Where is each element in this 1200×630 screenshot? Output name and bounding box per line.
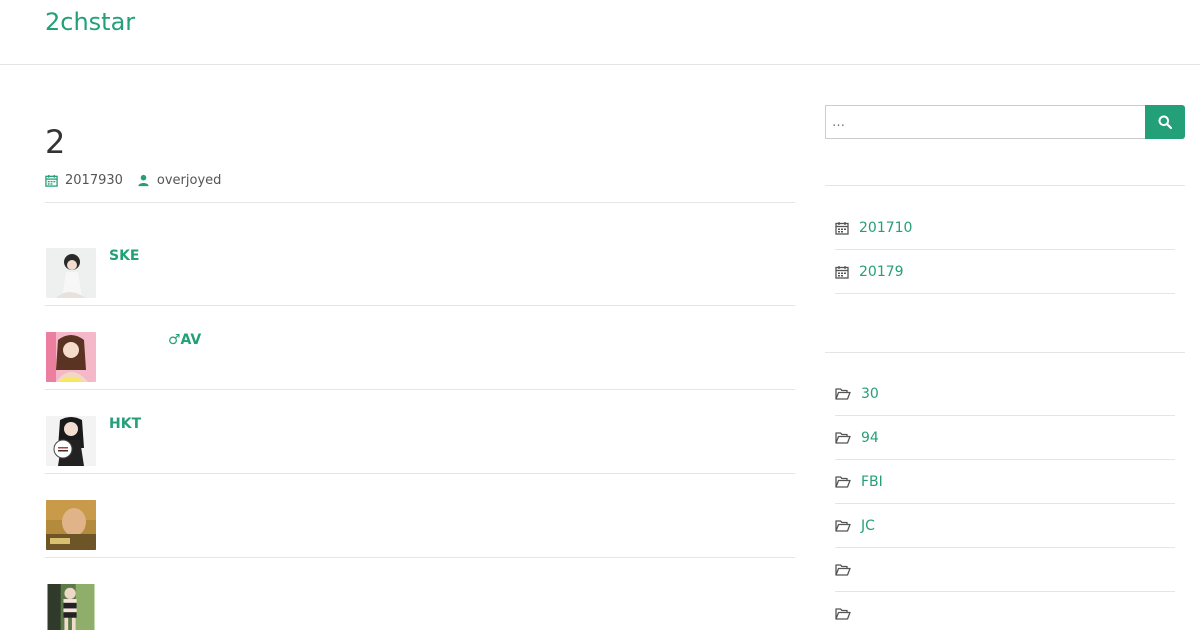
archive-list: 201710 20179 xyxy=(835,206,1175,294)
post-list: SKE ♂AV HKT xyxy=(45,222,795,630)
post-title-link[interactable]: ♂AV xyxy=(168,332,201,348)
category-item: 30 xyxy=(835,372,1175,416)
post-thumbnail[interactable] xyxy=(46,500,96,550)
category-link[interactable]: 30 xyxy=(861,386,879,402)
folder-open-icon xyxy=(835,387,851,400)
category-list: 30 94 FBI JC xyxy=(835,372,1175,630)
list-item: ♂AV xyxy=(45,306,795,390)
calendar-icon xyxy=(45,174,58,187)
archive-item: 20179 xyxy=(835,250,1175,294)
folder-open-icon xyxy=(835,475,851,488)
folder-open-icon xyxy=(835,563,851,576)
folder-open-icon xyxy=(835,607,851,620)
category-link[interactable]: JC xyxy=(861,518,875,534)
archive-link[interactable]: 20179 xyxy=(859,264,904,280)
list-item: SKE xyxy=(45,222,795,306)
list-item xyxy=(45,558,795,630)
category-item: 94 xyxy=(835,416,1175,460)
user-icon xyxy=(138,174,149,187)
archive-item: 201710 xyxy=(835,206,1175,250)
post-author-link[interactable]: overjoyed xyxy=(157,173,222,188)
list-item: HKT xyxy=(45,390,795,474)
calendar-icon xyxy=(835,265,849,279)
post-title-link[interactable]: SKE xyxy=(109,248,140,264)
category-link[interactable]: FBI xyxy=(861,474,883,490)
category-link[interactable]: 94 xyxy=(861,430,879,446)
post-thumbnail[interactable] xyxy=(46,248,96,298)
post-meta: 2017930 overjoyed xyxy=(45,173,235,188)
list-item xyxy=(45,474,795,558)
site-header: 2chstar xyxy=(0,0,1200,65)
calendar-icon xyxy=(835,221,849,235)
post-thumbnail[interactable] xyxy=(46,416,96,466)
page-title: 2 xyxy=(45,123,66,161)
search-button[interactable] xyxy=(1145,105,1185,139)
search-icon xyxy=(1158,115,1172,129)
site-title-link[interactable]: 2chstar xyxy=(45,8,135,36)
search-input[interactable] xyxy=(825,105,1145,139)
category-item xyxy=(835,592,1175,630)
archive-link[interactable]: 201710 xyxy=(859,220,912,236)
divider xyxy=(45,202,795,203)
post-author: overjoyed xyxy=(137,173,222,188)
post-thumbnail[interactable] xyxy=(46,332,96,382)
category-item: FBI xyxy=(835,460,1175,504)
category-item xyxy=(835,548,1175,592)
post-date: 2017930 xyxy=(45,173,123,188)
folder-open-icon xyxy=(835,431,851,444)
category-item: JC xyxy=(835,504,1175,548)
post-title-link[interactable]: HKT xyxy=(109,416,141,432)
divider xyxy=(825,185,1185,186)
post-thumbnail[interactable] xyxy=(46,584,96,630)
divider xyxy=(825,352,1185,353)
folder-open-icon xyxy=(835,519,851,532)
post-date-text: 2017930 xyxy=(65,173,123,188)
